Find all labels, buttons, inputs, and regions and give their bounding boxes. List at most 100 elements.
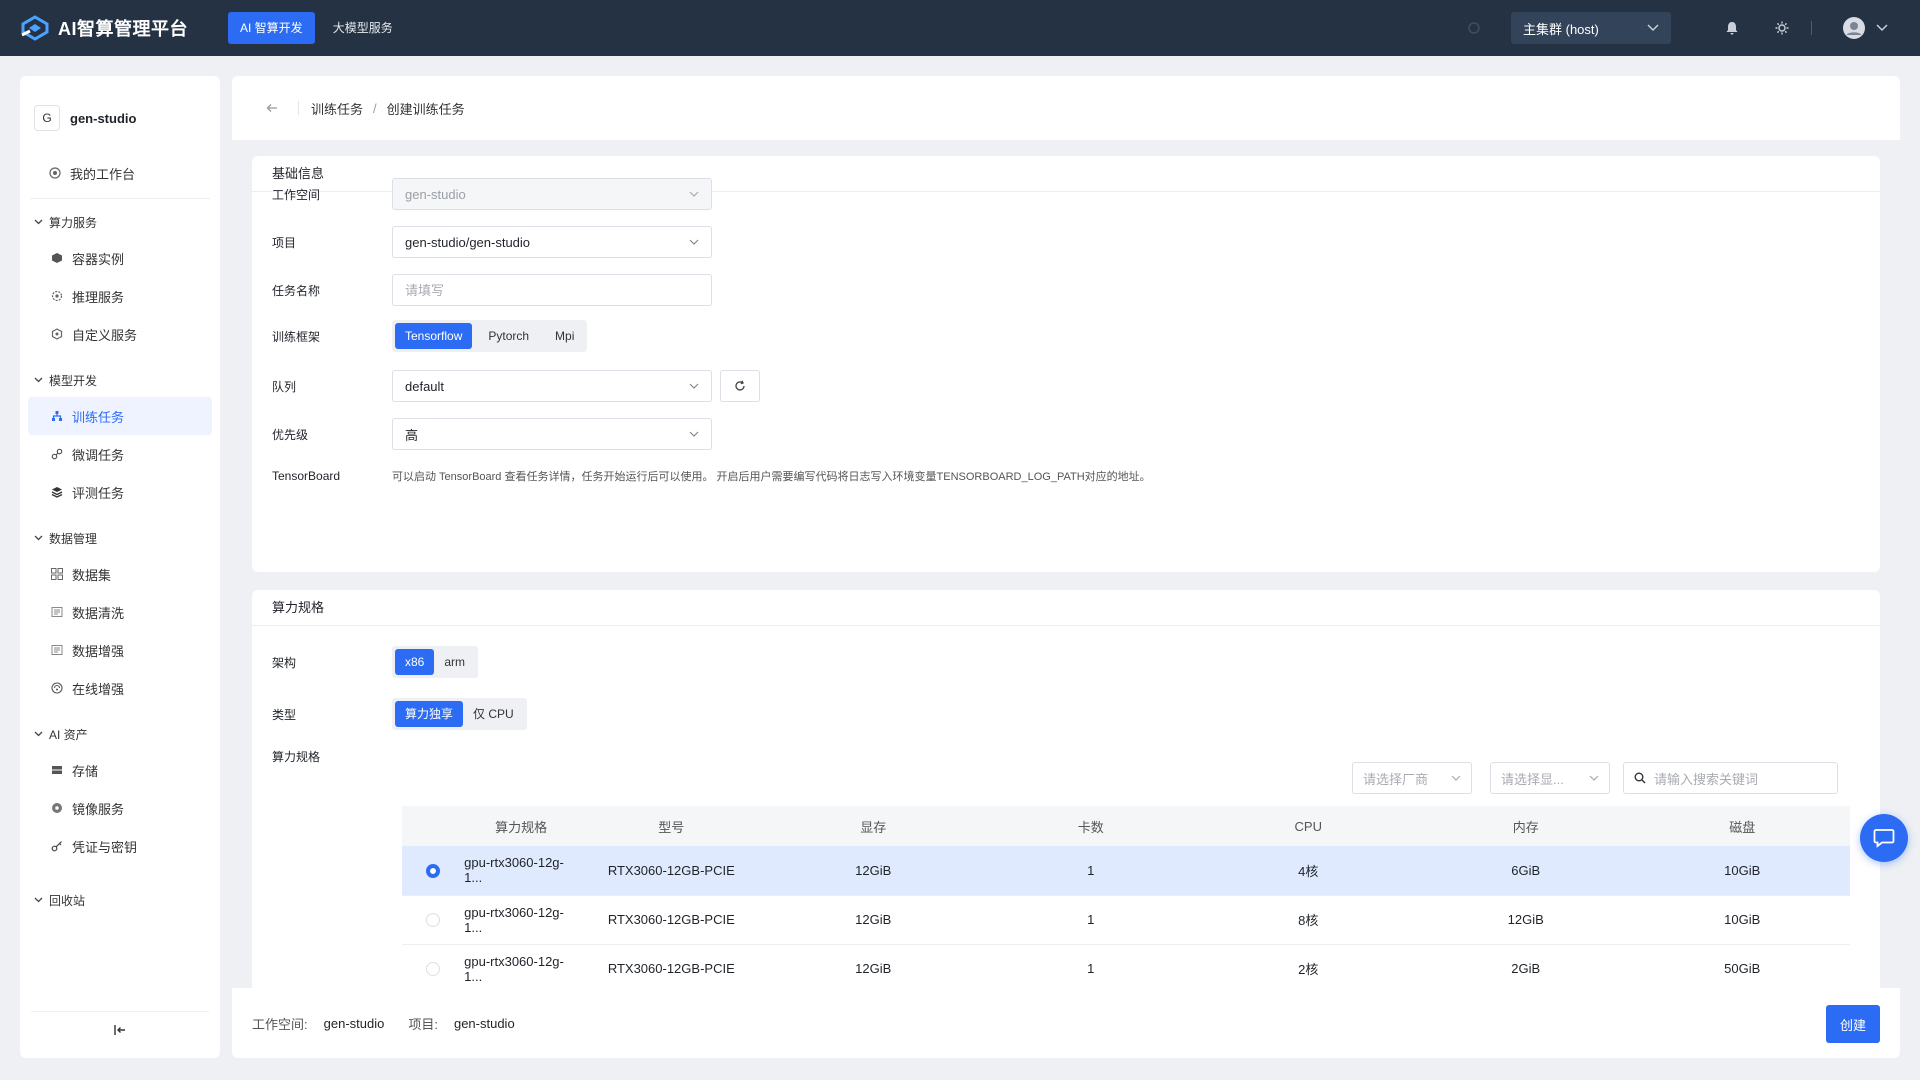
sidebar-item-evaluation[interactable]: 评测任务 — [28, 473, 212, 511]
row-radio[interactable] — [426, 962, 441, 977]
tab-llm-service[interactable]: 大模型服务 — [321, 12, 405, 44]
table-row[interactable]: gpu-rtx3060-12g-1... RTX3060-12GB-PCIE 1… — [402, 846, 1850, 896]
select-placeholder: 请选择显... — [1501, 771, 1564, 787]
sidebar-item-label: 微调任务 — [72, 447, 125, 463]
arch-x86[interactable]: x86 — [395, 649, 435, 675]
sidebar-item-label: 评测任务 — [72, 485, 125, 501]
sidebar-item-dataset[interactable]: 数据集 — [28, 555, 212, 593]
queue-select[interactable]: default — [392, 370, 712, 402]
chevron-down-icon — [689, 239, 699, 245]
group-label: 回收站 — [49, 893, 86, 908]
spec-search[interactable]: 请输入搜索关键词 — [1623, 762, 1838, 794]
sidebar-item-data-cleaning[interactable]: 数据清洗 — [28, 593, 212, 631]
select-value: default — [405, 378, 445, 394]
group-label: AI 资产 — [49, 727, 88, 742]
framework-row: 训练框架 Tensorflow Pytorch Mpi — [272, 320, 588, 352]
select-placeholder: 请选择厂商 — [1363, 771, 1429, 787]
queue-refresh-button[interactable] — [720, 370, 760, 402]
column-header: CPU — [1199, 806, 1417, 846]
cluster-select[interactable]: 主集群 (host) — [1511, 12, 1671, 44]
hexagon-icon — [50, 327, 64, 341]
create-button[interactable]: 创建 — [1826, 1005, 1880, 1043]
sidebar-item-credentials[interactable]: 凭证与密钥 — [28, 827, 212, 865]
column-header: 内存 — [1417, 806, 1635, 846]
cell-disk: 50GiB — [1634, 944, 1850, 990]
sidebar-group-recycle[interactable]: 回收站 — [20, 883, 220, 917]
sidebar-item-label: 镜像服务 — [72, 801, 125, 817]
sidebar-item-container[interactable]: 容器实例 — [28, 239, 212, 277]
type-cpu-only[interactable]: 仅 CPU — [463, 701, 524, 727]
sidebar-item-label: 存储 — [72, 763, 99, 779]
cell-cpu: 4核 — [1199, 846, 1417, 896]
type-dedicated[interactable]: 算力独享 — [395, 701, 464, 727]
basic-info-card: 基础信息 工作空间 gen-studio 项目 gen-studio/gen-s… — [252, 156, 1880, 572]
logo[interactable]: AI智算管理平台 — [20, 15, 188, 41]
gear-icon — [50, 289, 64, 303]
hierarchy-icon — [50, 409, 64, 423]
app-title: AI智算管理平台 — [58, 19, 188, 39]
vendor-select[interactable]: 请选择厂商 — [1352, 762, 1472, 794]
back-arrow-icon[interactable] — [266, 103, 278, 113]
sidebar-item-training[interactable]: 训练任务 — [28, 397, 212, 435]
breadcrumb-parent[interactable]: 训练任务 — [311, 99, 363, 118]
cluster-name: 主集群 (host) — [1523, 21, 1599, 37]
field-label: TensorBoard — [272, 469, 341, 483]
chat-button[interactable] — [1860, 814, 1908, 862]
table-header-row: 算力规格 型号 显存 卡数 CPU 内存 磁盘 — [402, 806, 1850, 846]
cell-mem: 6GiB — [1417, 846, 1635, 896]
taskname-row: 任务名称 — [272, 274, 712, 306]
sidebar-item-finetune[interactable]: 微调任务 — [28, 435, 212, 473]
sidebar-item-custom-service[interactable]: 自定义服务 — [28, 315, 212, 353]
column-header: 磁盘 — [1634, 806, 1850, 846]
chevron-down-icon — [34, 219, 43, 225]
avatar-chevron-icon[interactable] — [1876, 24, 1888, 32]
row-radio[interactable] — [426, 864, 441, 879]
cell-mem: 2GiB — [1417, 944, 1635, 990]
tensorboard-row: TensorBoard 可以启动 TensorBoard 查看任务详情，任务开始… — [272, 468, 1151, 484]
workspace-switcher[interactable]: G gen-studio — [20, 76, 220, 140]
priority-select[interactable]: 高 — [392, 418, 712, 450]
framework-mpi[interactable]: Mpi — [545, 323, 584, 349]
framework-pytorch[interactable]: Pytorch — [472, 323, 545, 349]
avatar[interactable] — [1842, 16, 1866, 40]
sidebar-item-label: 推理服务 — [72, 289, 125, 305]
sidebar-group-compute[interactable]: 算力服务 — [20, 205, 220, 239]
sidebar-item-inference[interactable]: 推理服务 — [28, 277, 212, 315]
sidebar-item-data-augment[interactable]: 数据增强 — [28, 631, 212, 669]
sidebar-item-workbench[interactable]: 我的工作台 — [28, 154, 212, 192]
refresh-circle-icon — [50, 681, 64, 695]
refresh-icon — [734, 380, 746, 392]
framework-tensorflow[interactable]: Tensorflow — [395, 323, 473, 349]
theme-sun-icon[interactable] — [1775, 21, 1789, 35]
storage-icon — [50, 763, 64, 777]
field-label: 任务名称 — [272, 283, 321, 298]
group-label: 数据管理 — [49, 531, 98, 546]
sidebar-item-label: 数据集 — [72, 567, 112, 583]
gpu-select[interactable]: 请选择显... — [1490, 762, 1610, 794]
cell-vram: 12GiB — [764, 895, 982, 945]
tensorboard-description: 可以启动 TensorBoard 查看任务详情，任务开始运行后可以使用。 开启后… — [392, 471, 1151, 483]
bell-icon[interactable] — [1725, 21, 1739, 35]
sidebar-item-online-augment[interactable]: 在线增强 — [28, 669, 212, 707]
task-name-input[interactable] — [392, 274, 712, 306]
dashboard-icon — [48, 166, 62, 180]
collapse-sidebar-button[interactable] — [30, 1012, 210, 1048]
tab-ai-dev[interactable]: AI 智算开发 — [228, 12, 315, 44]
sidebar-group-model-dev[interactable]: 模型开发 — [20, 363, 220, 397]
arch-arm[interactable]: arm — [434, 649, 475, 675]
field-label: 架构 — [272, 655, 297, 670]
cell-spec: gpu-rtx3060-12g-1... — [464, 895, 579, 945]
row-radio-cell — [402, 895, 465, 945]
sidebar-item-image[interactable]: 镜像服务 — [28, 789, 212, 827]
row-radio[interactable] — [426, 913, 441, 928]
disc-icon — [50, 801, 64, 815]
collapse-left-icon — [114, 1025, 126, 1035]
project-select[interactable]: gen-studio/gen-studio — [392, 226, 712, 258]
sidebar-group-assets[interactable]: AI 资产 — [20, 717, 220, 751]
table-row[interactable]: gpu-rtx3060-12g-1... RTX3060-12GB-PCIE 1… — [402, 895, 1850, 945]
sidebar-item-storage[interactable]: 存储 — [28, 751, 212, 789]
workspace-row: 工作空间 gen-studio — [272, 178, 712, 210]
sidebar-group-data[interactable]: 数据管理 — [20, 521, 220, 555]
table-row[interactable]: gpu-rtx3060-12g-1... RTX3060-12GB-PCIE 1… — [402, 944, 1850, 990]
search-icon — [1634, 772, 1646, 784]
